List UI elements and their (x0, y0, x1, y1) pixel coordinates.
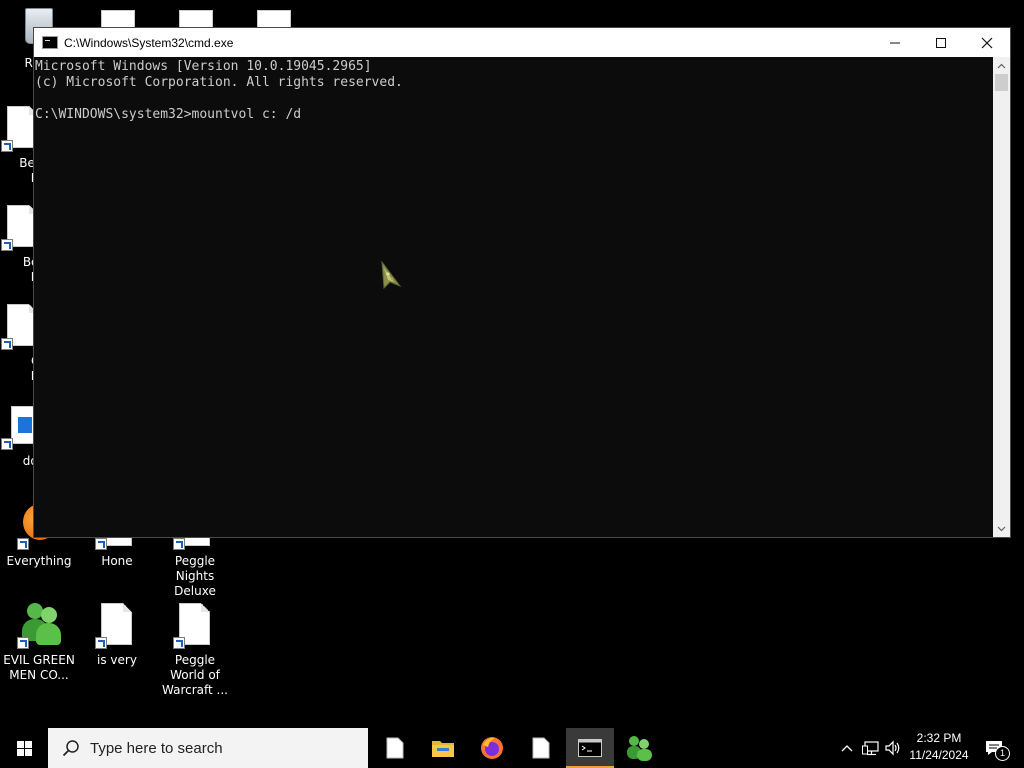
maximize-button[interactable] (918, 28, 964, 57)
clock-date: 11/24/2024 (909, 748, 969, 762)
speaker-icon (885, 740, 900, 756)
close-button[interactable] (964, 28, 1010, 57)
desktop-icon-label: Peggle Nights Deluxe (174, 554, 216, 598)
desktop-icon-label: Hone (101, 554, 133, 568)
notification-count-badge: 1 (995, 746, 1010, 761)
taskbar-file-app[interactable] (371, 728, 419, 768)
green-men-icon (15, 601, 63, 649)
taskbar-evil-green-men[interactable] (615, 728, 663, 768)
shortcut-arrow-icon (17, 538, 29, 550)
console-line: (c) Microsoft Corporation. All rights re… (35, 75, 403, 90)
console-line: ​ (35, 91, 993, 107)
start-button[interactable] (0, 728, 48, 768)
shortcut-arrow-icon (1, 338, 13, 350)
file-icon (171, 601, 219, 649)
show-hidden-icons-button[interactable] (838, 728, 856, 768)
window-titlebar[interactable]: C:\Windows\System32\cmd.exe (34, 28, 1010, 57)
chevron-down-icon (997, 526, 1006, 531)
chevron-up-icon (841, 745, 853, 752)
chevron-up-icon (997, 63, 1006, 68)
taskbar-firefox[interactable] (468, 728, 516, 768)
shortcut-arrow-icon (1, 438, 13, 450)
taskbar-search[interactable]: Type here to search (48, 728, 368, 768)
windows-logo-icon (16, 740, 32, 756)
cmd-icon (42, 36, 58, 49)
desktop-icon-label: EVIL GREEN MEN CO... (3, 653, 75, 682)
taskbar-file-app-2[interactable] (517, 728, 565, 768)
shortcut-arrow-icon (1, 239, 13, 251)
file-icon (386, 737, 404, 759)
minimize-button[interactable] (872, 28, 918, 57)
evil-green-men-shortcut[interactable]: EVIL GREEN MEN CO... (0, 601, 78, 683)
scroll-thumb[interactable] (995, 74, 1008, 91)
console-line: Microsoft Windows [Version 10.0.19045.29… (35, 59, 372, 74)
file-icon (93, 601, 141, 649)
action-center-button[interactable]: 1 (978, 728, 1012, 768)
desktop-icon-label: is very (97, 653, 137, 667)
volume-button[interactable] (882, 728, 904, 768)
shortcut-arrow-icon (95, 538, 107, 550)
taskbar-file-explorer[interactable] (419, 728, 467, 768)
shortcut-arrow-icon (1, 140, 13, 152)
notification-icon: 1 (985, 739, 1010, 761)
minimize-icon (890, 42, 900, 43)
scroll-down-button[interactable] (993, 520, 1010, 537)
network-icon (862, 741, 879, 756)
folder-icon (432, 741, 454, 757)
desktop-icon-label: Everything (6, 554, 72, 568)
cmd-icon (578, 739, 602, 757)
window-title: C:\Windows\System32\cmd.exe (64, 35, 234, 50)
console-prompt-line: C:\WINDOWS\system32>mountvol c: /d (35, 107, 302, 122)
green-men-icon (627, 736, 652, 761)
cmd-window[interactable]: C:\Windows\System32\cmd.exe Microsoft Wi… (33, 27, 1011, 538)
taskbar: Type here to search 2:32 PM 11/24/2024 1 (0, 728, 1024, 768)
vertical-scrollbar[interactable] (993, 57, 1010, 537)
taskbar-clock[interactable]: 2:32 PM 11/24/2024 (902, 730, 976, 766)
shortcut-arrow-icon (95, 637, 107, 649)
scroll-up-button[interactable] (993, 57, 1010, 74)
taskbar-command-prompt[interactable] (566, 728, 614, 768)
peggle-world-of-warcraft-shortcut[interactable]: Peggle World of Warcraft ... (156, 601, 234, 698)
maximize-icon (936, 37, 946, 48)
console-output[interactable]: Microsoft Windows [Version 10.0.19045.29… (34, 57, 993, 537)
search-placeholder: Type here to search (90, 739, 223, 757)
file-icon (532, 737, 550, 759)
mouse-cursor-icon (381, 260, 402, 290)
firefox-icon (481, 737, 503, 759)
shortcut-arrow-icon (17, 637, 29, 649)
desktop-icon-label: Peggle World of Warcraft ... (162, 653, 228, 697)
is-very-shortcut[interactable]: is very (78, 601, 156, 668)
clock-time: 2:32 PM (916, 731, 962, 745)
shortcut-arrow-icon (173, 637, 185, 649)
shortcut-arrow-icon (173, 538, 185, 550)
search-icon (62, 740, 79, 757)
network-button[interactable] (860, 728, 882, 768)
close-icon (981, 37, 993, 48)
